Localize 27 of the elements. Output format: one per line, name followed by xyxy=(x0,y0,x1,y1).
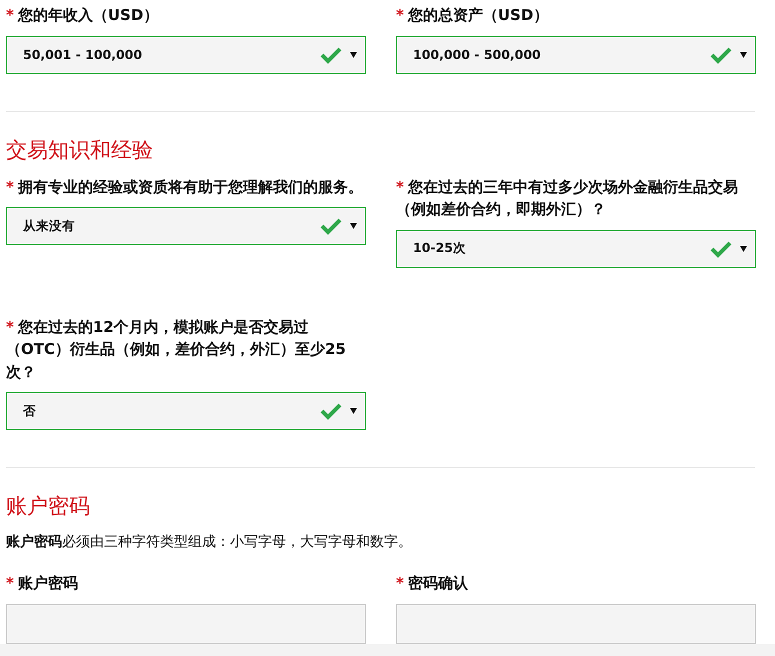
dropdown[interactable]: 50,001 - 100,000 xyxy=(6,36,366,74)
field-label: * 您的年收入（USD） xyxy=(6,5,160,26)
field-label: * 密码确认 xyxy=(396,573,469,594)
check-icon xyxy=(320,46,342,64)
field-label: * 您在过去的12个月内，模拟账户是否交易过（OTC）衍生品（例如，差价合约，外汇）至少25次？ xyxy=(6,316,347,382)
password-hint: 账户密码必须由三种字符类型组成：小写字母，大写字母和数字。 xyxy=(6,532,413,552)
caret-icon xyxy=(740,246,747,252)
dropdown[interactable]: 10-25次 xyxy=(396,230,756,268)
field-label: * 账户密码 xyxy=(6,573,79,594)
password-field[interactable] xyxy=(396,604,756,644)
caret-icon xyxy=(740,52,747,58)
check-icon xyxy=(710,240,732,258)
dropdown[interactable]: 从来没有 xyxy=(6,207,366,245)
dropdown[interactable]: 100,000 - 500,000 xyxy=(396,36,756,74)
field-label: * 您的总资产（USD） xyxy=(396,5,550,26)
check-icon xyxy=(710,46,732,64)
caret-icon xyxy=(350,52,357,58)
section-heading: 账户密码 xyxy=(6,493,91,520)
check-icon xyxy=(320,402,342,420)
caret-icon xyxy=(350,223,357,229)
check-icon xyxy=(320,217,342,235)
field-label: * 拥有专业的经验或资质将有助于您理解我们的服务。 xyxy=(6,176,364,198)
caret-icon xyxy=(350,408,357,414)
section-heading: 交易知识和经验 xyxy=(6,136,154,164)
password-field[interactable] xyxy=(6,604,366,644)
field-label: * 您在过去的三年中有过多少次场外金融衍生品交易（例如差价合约，即期外汇）？ xyxy=(396,176,739,220)
dropdown[interactable]: 否 xyxy=(6,392,366,430)
